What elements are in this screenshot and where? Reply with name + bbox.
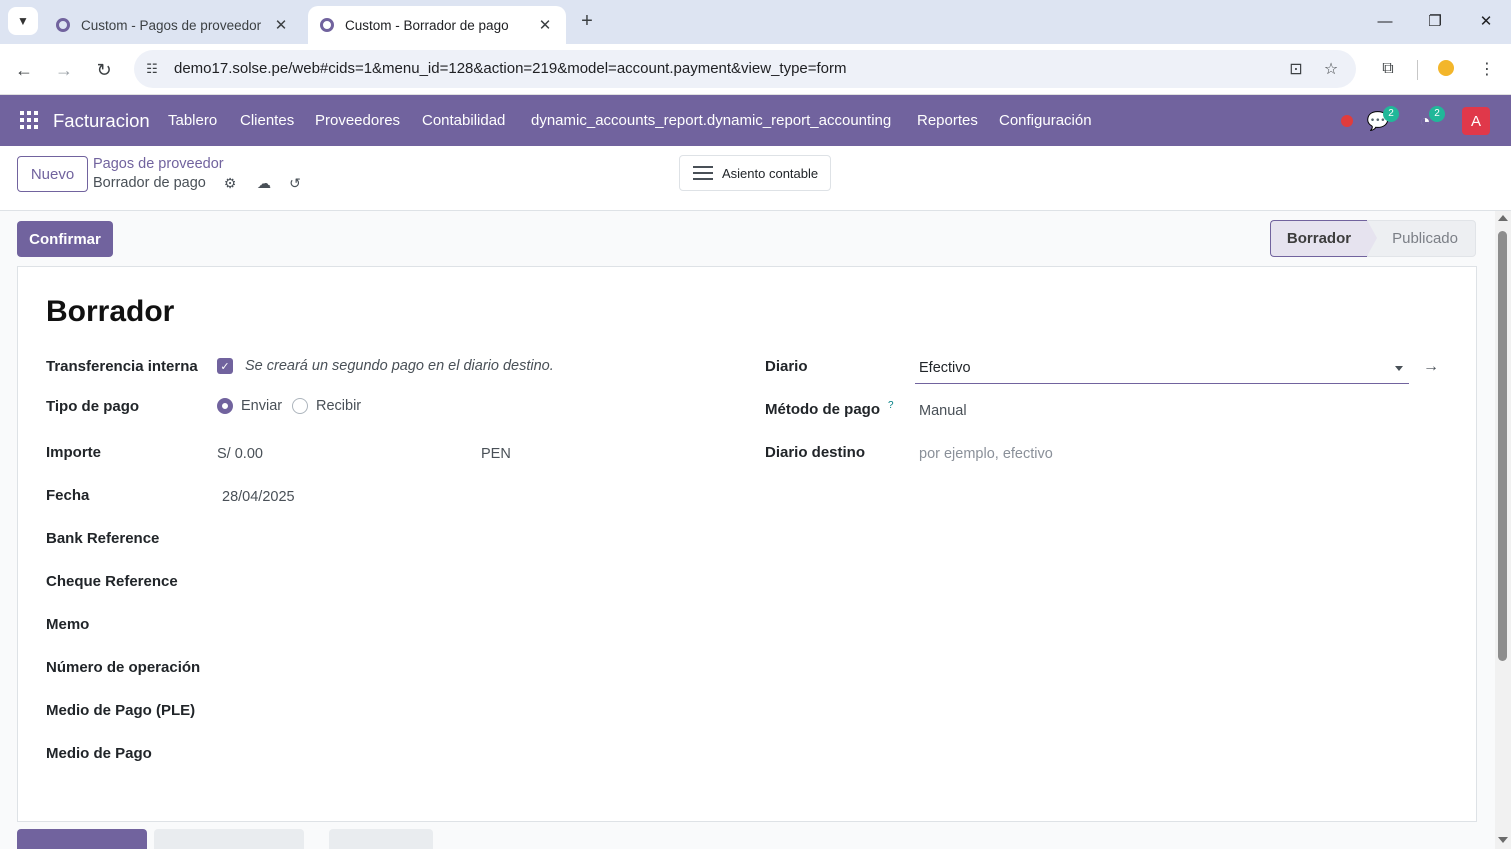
messages-count-badge: 2 (1383, 106, 1399, 122)
gear-icon[interactable]: ⚙ (221, 174, 239, 192)
odoo-navbar: Facturacion Tablero Clientes Proveedores… (0, 95, 1511, 146)
bookmark-star-icon[interactable]: ☆ (1320, 58, 1342, 80)
install-icon[interactable]: ⊡ (1285, 58, 1307, 80)
tab-title: Custom - Pagos de proveedor (81, 17, 262, 33)
menu-item-tablero[interactable]: Tablero (168, 112, 217, 129)
menu-item-clientes[interactable]: Clientes (240, 112, 294, 129)
user-avatar[interactable]: A (1462, 107, 1490, 135)
ple-payment-medium-label: Medio de Pago (PLE) (46, 702, 196, 719)
operation-number-label: Número de operación (46, 659, 201, 676)
activities-count-badge: 2 (1429, 106, 1445, 122)
browser-tab-bar: ▼ Custom - Pagos de proveedor ✕ Custom -… (0, 0, 1511, 44)
radio-enviar-label[interactable]: Enviar (241, 398, 282, 414)
url-text[interactable]: demo17.solse.pe/web#cids=1&menu_id=128&a… (174, 60, 847, 77)
cloud-save-icon[interactable]: ☁ (255, 174, 273, 192)
scroll-up-icon[interactable] (1498, 215, 1508, 221)
journal-label: Diario (765, 358, 808, 375)
new-tab-icon[interactable]: + (574, 8, 600, 34)
breadcrumb-parent[interactable]: Pagos de proveedor (93, 156, 224, 172)
cheque-reference-label: Cheque Reference (46, 573, 178, 590)
form-view: Confirmar Borrador Publicado Borrador Tr… (0, 211, 1511, 849)
scroll-thumb[interactable] (1498, 231, 1507, 661)
back-icon[interactable]: ← (10, 56, 38, 84)
status-step-borrador[interactable]: Borrador (1270, 220, 1377, 257)
app-name[interactable]: Facturacion (53, 110, 150, 132)
confirm-button[interactable]: Confirmar (17, 221, 113, 257)
profile-icon[interactable] (1438, 60, 1454, 76)
payment-type-label: Tipo de pago (46, 398, 140, 415)
journal-entry-button[interactable]: Asiento contable (679, 155, 831, 191)
status-step-publicado[interactable]: Publicado (1367, 220, 1476, 257)
internal-transfer-note: Se creará un segundo pago en el diario d… (245, 358, 554, 374)
scroll-down-icon[interactable] (1498, 837, 1508, 843)
browser-tab-pagos-proveedor[interactable]: Custom - Pagos de proveedor ✕ (44, 6, 302, 44)
odoo-favicon-icon (320, 18, 334, 32)
payment-method-label: Método de pago (765, 401, 880, 418)
journal-value: Efectivo (919, 360, 971, 376)
memo-label: Memo (46, 616, 90, 633)
address-bar[interactable]: ☷ demo17.solse.pe/web#cids=1&menu_id=128… (134, 50, 1356, 88)
menu-item-contabilidad[interactable]: Contabilidad (422, 112, 505, 129)
internal-transfer-label: Transferencia interna (46, 358, 198, 375)
radio-recibir-label[interactable]: Recibir (316, 398, 361, 414)
amount-input[interactable]: S/ 0.00 (217, 446, 263, 462)
journal-entry-label: Asiento contable (722, 165, 819, 181)
breadcrumb-current: Borrador de pago (93, 175, 206, 191)
hamburger-icon (693, 166, 713, 180)
tab-search-chevron-icon[interactable]: ▼ (8, 7, 38, 35)
payment-method-value[interactable]: Manual (919, 403, 967, 419)
dropdown-caret-icon[interactable] (1395, 366, 1403, 371)
site-settings-icon[interactable]: ☷ (142, 59, 162, 79)
internal-transfer-checkbox[interactable]: ✓ (217, 358, 233, 374)
notebook-tab-1[interactable] (17, 829, 147, 849)
radio-enviar[interactable] (217, 398, 233, 414)
restore-icon[interactable]: ❐ (1420, 8, 1450, 34)
help-tooltip-icon[interactable]: ? (888, 400, 894, 411)
minimize-icon[interactable]: — (1370, 8, 1400, 34)
odoo-favicon-icon (56, 18, 70, 32)
menu-item-configuracion[interactable]: Configuración (999, 112, 1092, 129)
currency-field[interactable]: PEN (481, 446, 511, 462)
date-input[interactable]: 28/04/2025 (222, 489, 295, 505)
radio-recibir[interactable] (292, 398, 308, 414)
form-sheet: Borrador Transferencia interna ✓ Se crea… (17, 266, 1477, 822)
tab-title: Custom - Borrador de pago (345, 17, 509, 33)
forward-icon[interactable]: → (50, 56, 78, 84)
browser-toolbar: ← → ↻ ☷ demo17.solse.pe/web#cids=1&menu_… (0, 44, 1511, 95)
internal-link-arrow-icon[interactable]: → (1422, 358, 1440, 376)
menu-item-proveedores[interactable]: Proveedores (315, 112, 400, 129)
status-bar: Borrador Publicado (1270, 220, 1476, 257)
amount-label: Importe (46, 444, 102, 461)
date-label: Fecha (46, 487, 90, 504)
extensions-icon[interactable]: ⧉ (1375, 56, 1401, 82)
control-panel: Nuevo Pagos de proveedor Borrador de pag… (0, 146, 1511, 211)
notebook-tab-3[interactable] (329, 829, 433, 849)
payment-medium-label: Medio de Pago (46, 745, 152, 762)
reload-icon[interactable]: ↻ (90, 56, 118, 84)
tab-close-icon[interactable]: ✕ (536, 16, 554, 34)
new-button[interactable]: Nuevo (17, 156, 88, 192)
close-window-icon[interactable]: ✕ (1471, 8, 1501, 34)
journal-select[interactable]: Efectivo (915, 357, 1409, 384)
tab-close-icon[interactable]: ✕ (272, 16, 290, 34)
vertical-scrollbar[interactable] (1495, 211, 1511, 849)
apps-grid-icon[interactable] (20, 111, 38, 129)
toolbar-divider (1417, 60, 1418, 80)
browser-tab-borrador-pago[interactable]: Custom - Borrador de pago ✕ (308, 6, 566, 44)
bank-reference-label: Bank Reference (46, 530, 160, 547)
discard-undo-icon[interactable]: ↺ (286, 174, 304, 192)
menu-item-dynamic-report[interactable]: dynamic_accounts_report.dynamic_report_a… (531, 112, 891, 129)
destination-journal-label: Diario destino (765, 444, 866, 461)
destination-journal-input[interactable]: por ejemplo, efectivo (919, 446, 1053, 462)
status-dot-icon[interactable] (1341, 115, 1353, 127)
record-title: Borrador (46, 295, 175, 328)
kebab-menu-icon[interactable]: ⋮ (1474, 56, 1500, 82)
notebook-tab-2[interactable] (154, 829, 304, 849)
menu-item-reportes[interactable]: Reportes (917, 112, 978, 129)
